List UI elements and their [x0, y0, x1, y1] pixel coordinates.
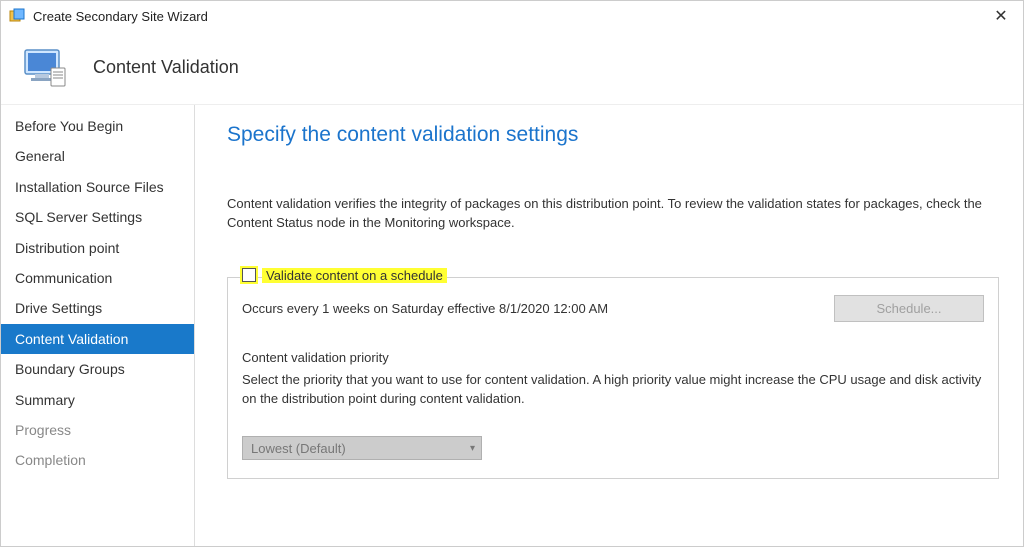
sidebar-item-drive-settings[interactable]: Drive Settings — [1, 293, 194, 323]
page-description: Content validation verifies the integrit… — [227, 195, 997, 233]
schedule-group: Validate content on a schedule Occurs ev… — [227, 277, 999, 480]
schedule-summary-row: Occurs every 1 weeks on Saturday effecti… — [242, 295, 984, 322]
schedule-summary-text: Occurs every 1 weeks on Saturday effecti… — [242, 301, 608, 316]
titlebar: Create Secondary Site Wizard ✕ — [1, 1, 1023, 31]
schedule-button[interactable]: Schedule... — [834, 295, 984, 322]
close-button[interactable]: ✕ — [987, 6, 1015, 26]
wizard-window: Create Secondary Site Wizard ✕ Content V… — [0, 0, 1024, 547]
sidebar-item-sql-server-settings[interactable]: SQL Server Settings — [1, 202, 194, 232]
page-title: Specify the content validation settings — [227, 123, 999, 147]
window-title: Create Secondary Site Wizard — [33, 9, 987, 24]
sidebar-item-summary[interactable]: Summary — [1, 385, 194, 415]
sidebar-item-general[interactable]: General — [1, 141, 194, 171]
sidebar-item-before-you-begin[interactable]: Before You Begin — [1, 111, 194, 141]
wizard-header: Content Validation — [1, 31, 1023, 105]
wizard-step-heading: Content Validation — [93, 57, 239, 78]
priority-description: Select the priority that you want to use… — [242, 371, 982, 409]
sidebar-item-installation-source-files[interactable]: Installation Source Files — [1, 172, 194, 202]
wizard-content: Specify the content validation settings … — [195, 105, 1023, 546]
priority-select-value: Lowest (Default) — [251, 441, 346, 456]
validate-schedule-checkbox[interactable] — [242, 268, 256, 282]
sidebar-item-progress: Progress — [1, 415, 194, 445]
wizard-body: Before You Begin General Installation So… — [1, 105, 1023, 546]
priority-heading: Content validation priority — [242, 350, 984, 365]
sidebar-item-distribution-point[interactable]: Distribution point — [1, 233, 194, 263]
app-icon — [9, 8, 25, 24]
validate-schedule-label: Validate content on a schedule — [262, 268, 447, 283]
wizard-steps-sidebar: Before You Begin General Installation So… — [1, 105, 195, 546]
chevron-down-icon: ▾ — [470, 443, 475, 454]
sidebar-item-content-validation[interactable]: Content Validation — [1, 324, 194, 354]
validate-schedule-row: Validate content on a schedule — [242, 268, 984, 283]
sidebar-item-boundary-groups[interactable]: Boundary Groups — [1, 354, 194, 384]
sidebar-item-completion: Completion — [1, 445, 194, 475]
priority-select[interactable]: Lowest (Default) ▾ — [242, 436, 482, 460]
monitor-icon — [21, 44, 69, 92]
sidebar-item-communication[interactable]: Communication — [1, 263, 194, 293]
